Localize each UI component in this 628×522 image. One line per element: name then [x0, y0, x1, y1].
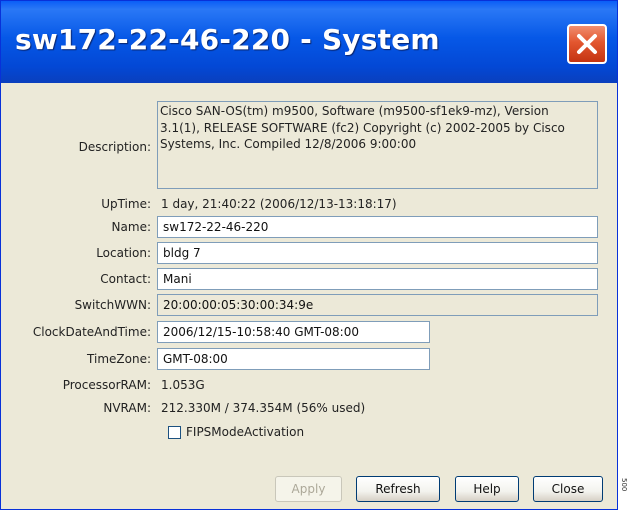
description-line: Systems, Inc. Compiled 12/8/2006 9:00:00: [160, 137, 417, 151]
name-field[interactable]: sw172-22-46-220: [157, 216, 598, 238]
nvram-label: NVRAM:: [103, 401, 151, 415]
close-icon: [577, 34, 597, 54]
uptime-value: 1 day, 21:40:22 (2006/12/13-13:18:17): [161, 197, 397, 211]
close-button[interactable]: Close: [533, 476, 603, 502]
uptime-label: UpTime:: [101, 197, 151, 211]
switchwwn-field: 20:00:00:05:30:00:34:9e: [157, 294, 598, 316]
close-window-button[interactable]: [567, 24, 607, 64]
switchwwn-label: SwitchWWN:: [74, 298, 151, 312]
name-label: Name:: [111, 220, 151, 234]
processor-ram-label: ProcessorRAM:: [62, 378, 151, 392]
description-line: Cisco SAN-OS(tm) m9500, Software (m9500-…: [160, 104, 549, 118]
help-button[interactable]: Help: [455, 476, 519, 502]
nvram-value: 212.330M / 374.354M (56% used): [161, 401, 366, 415]
edge-figure-code: 500: [620, 478, 628, 492]
contact-label: Contact:: [100, 272, 151, 286]
clock-field[interactable]: 2006/12/15-10:58:40 GMT-08:00: [157, 321, 430, 343]
refresh-button[interactable]: Refresh: [356, 476, 440, 502]
fips-checkbox[interactable]: [168, 426, 181, 439]
clock-label: ClockDateAndTime:: [32, 325, 151, 339]
description-text: Cisco SAN-OS(tm) m9500, Software (m9500-…: [157, 101, 598, 189]
processor-ram-value: 1.053G: [161, 378, 205, 392]
apply-button[interactable]: Apply: [275, 476, 342, 502]
description-label: Description:: [78, 140, 151, 154]
title-bar[interactable]: sw172-22-46-220 - System: [1, 1, 617, 83]
timezone-field[interactable]: GMT-08:00: [157, 348, 430, 370]
description-line: 3.1(1), RELEASE SOFTWARE (fc2) Copyright…: [160, 120, 565, 135]
fips-checkbox-label[interactable]: FIPSModeActivation: [186, 425, 304, 439]
window-title: sw172-22-46-220 - System: [15, 23, 440, 56]
system-dialog: sw172-22-46-220 - System Description: Ci…: [0, 0, 618, 510]
location-field[interactable]: bldg 7: [157, 242, 598, 264]
location-label: Location:: [96, 246, 151, 260]
contact-field[interactable]: Mani: [157, 268, 598, 290]
timezone-label: TimeZone:: [87, 352, 151, 366]
